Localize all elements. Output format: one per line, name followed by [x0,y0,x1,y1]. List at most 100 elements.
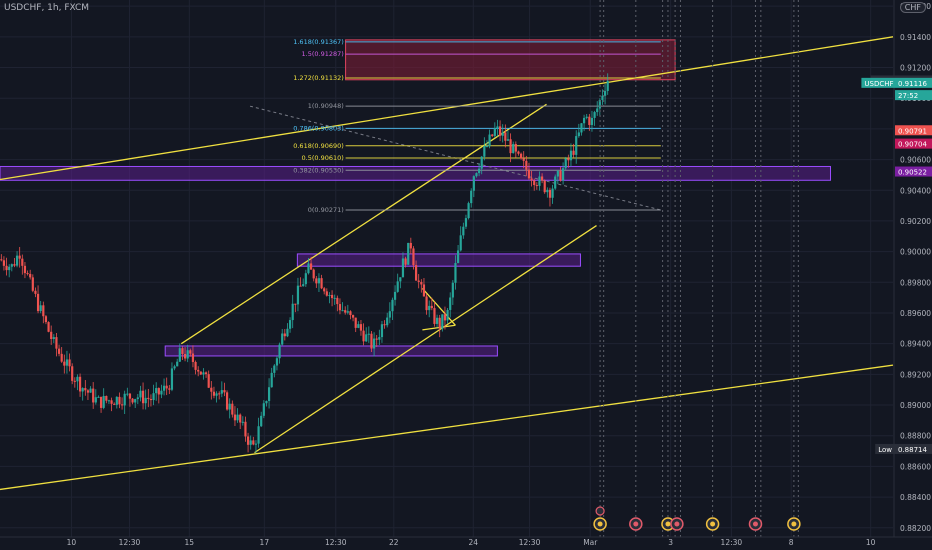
y-tick-label: 0.90200 [900,217,931,226]
candle-body [483,146,486,157]
candle-body [456,250,460,263]
candle-body [470,190,473,204]
candle-body [2,260,6,266]
event-dot-icon [633,521,639,527]
candle-body [244,421,247,437]
candle-body [57,348,61,354]
candle-body [126,393,129,395]
fib-label: 0(0.90271) [308,206,344,214]
candle-body [152,393,155,401]
candle-body [155,388,158,394]
candle-body [15,255,19,266]
candle-body [178,348,181,362]
candle-body [323,288,326,292]
candle-body [212,391,216,396]
event-dot-icon [752,521,758,527]
candle-body [254,443,258,445]
candle-body [176,361,179,367]
candle-body [118,396,121,405]
candle-body [102,395,105,408]
candle-body [362,330,365,342]
x-tick-label: 22 [389,538,399,547]
fib-label: 1.5(0.91287) [302,50,344,58]
candle-body [68,359,71,367]
candle-body [546,189,549,193]
candle [564,156,567,170]
candle-body [252,440,255,445]
candle-body [307,263,310,274]
candle-body [582,117,586,124]
y-tick-label: 0.90600 [900,156,931,165]
candle-body [267,387,271,401]
candle-body [567,158,570,161]
candle-body [512,144,515,154]
candle-body [260,415,263,427]
y-tick-label: 0.89800 [900,278,931,287]
candle-body [270,372,273,388]
fib-label: 0.5(0.90610) [302,154,344,162]
candle-body [10,264,13,267]
candle-body [228,403,231,410]
candle-body [551,188,554,198]
y-tick-label: 0.91200 [900,64,931,73]
price-badge-value: 0.88714 [898,446,927,454]
candle-body [128,393,132,399]
candle-body [42,305,45,317]
price-badge: 0.90791 [895,125,932,136]
candle-body [262,403,265,416]
target-zone [345,39,676,81]
x-tick-label: 10 [866,538,876,547]
candle-body [538,176,541,186]
candle-body [596,108,599,113]
candle-body [438,317,441,329]
candle-body [204,372,208,375]
candle-body [443,314,447,321]
candle-body [31,277,34,291]
candle-body [580,123,583,133]
y-tick-label: 0.89200 [900,370,931,379]
candle-body [55,337,58,349]
candle-body [396,281,399,292]
candle-body [472,176,475,191]
price-badge-name: Low [878,446,892,454]
economic-event-icon [595,506,605,516]
candle-body [467,203,470,219]
candle-body [199,371,202,375]
candle-body [210,387,213,392]
candle-body [569,150,573,161]
currency-badge[interactable]: CHF [899,2,926,13]
candle-body [47,322,50,332]
candle-body [236,414,239,421]
candle-body [588,116,591,125]
fib-label: 0.618(0.90690) [293,142,344,150]
y-tick-label: 0.90000 [900,248,931,257]
candle [554,174,557,190]
candle-body [23,265,27,274]
candle-body [168,388,171,390]
candle-body [110,400,113,404]
candle-body [533,180,536,186]
candle-body [265,400,268,404]
candle-body [407,242,410,265]
candle-body [160,390,163,395]
candle-body [73,380,76,382]
chart-symbol-title: USDCHF, 1h, FXCM [4,3,90,13]
candle-body [225,392,229,410]
candle-body [509,139,512,154]
candle-body [585,116,588,118]
candle-body [281,333,284,345]
candle-body [354,317,357,328]
candle-body [44,316,48,323]
candle-body [488,134,491,147]
candle [47,321,50,333]
candle [543,179,546,194]
candle-body [144,397,147,404]
candle-body [223,390,226,393]
candle-body [249,440,252,445]
candle-body [299,285,302,287]
x-tick-label: Mar [583,538,598,547]
candle-body [464,218,468,227]
chart-canvas[interactable]: 1.618(0.91367) 1.5(0.91287) 1.272(0.91132)… [0,0,932,550]
candle-body [556,170,559,177]
x-tick-label: 15 [185,538,195,547]
